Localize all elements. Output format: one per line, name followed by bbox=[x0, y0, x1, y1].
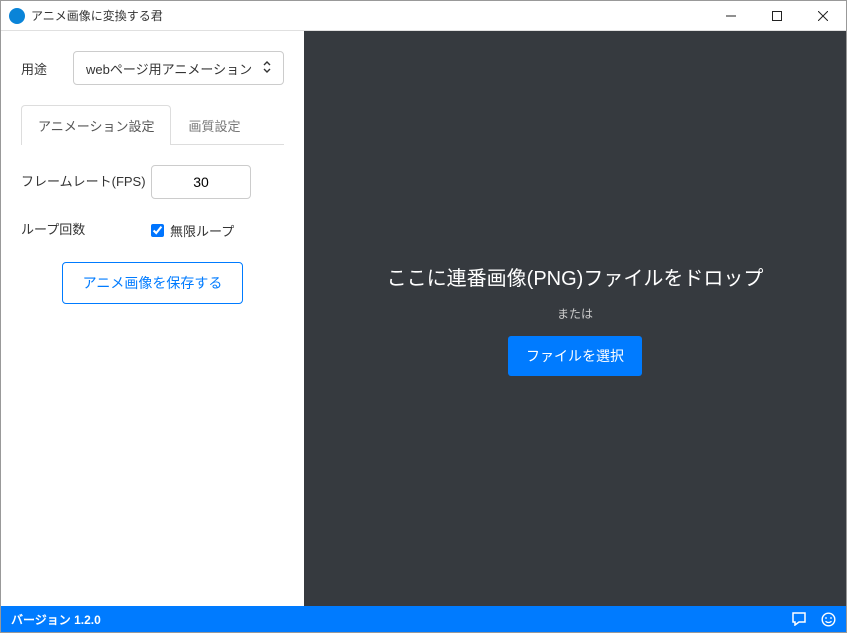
purpose-row: 用途 webページ用アニメーション bbox=[21, 51, 284, 85]
settings-panel: 用途 webページ用アニメーション アニメーション設定 画質設定 フレームレート… bbox=[1, 31, 304, 606]
tab-quality-settings[interactable]: 画質設定 bbox=[171, 105, 257, 145]
smiley-icon[interactable] bbox=[821, 612, 836, 627]
framerate-input[interactable] bbox=[151, 165, 251, 199]
close-button[interactable] bbox=[800, 1, 846, 31]
infinite-loop-checkbox[interactable] bbox=[151, 224, 164, 237]
purpose-label: 用途 bbox=[21, 59, 73, 78]
drop-zone[interactable]: ここに連番画像(PNG)ファイルをドロップ または ファイルを選択 bbox=[304, 31, 846, 606]
framerate-label: フレームレート(FPS) bbox=[21, 173, 151, 191]
drop-message: ここに連番画像(PNG)ファイルをドロップ bbox=[387, 262, 764, 291]
loop-label: ループ回数 bbox=[21, 221, 151, 239]
or-label: または bbox=[557, 305, 593, 322]
version-label: バージョン 1.2.0 bbox=[11, 611, 777, 628]
close-icon bbox=[818, 11, 828, 21]
maximize-icon bbox=[772, 11, 782, 21]
tab-body: フレームレート(FPS) ループ回数 無限ループ アニメ画像を保存する bbox=[21, 145, 284, 304]
chevron-updown-icon bbox=[263, 61, 271, 75]
status-bar: バージョン 1.2.0 bbox=[1, 606, 846, 632]
purpose-select[interactable]: webページ用アニメーション bbox=[73, 51, 284, 85]
minimize-icon bbox=[726, 11, 736, 21]
loop-row: ループ回数 無限ループ bbox=[21, 221, 284, 240]
purpose-select-value: webページ用アニメーション bbox=[86, 59, 252, 78]
main-area: 用途 webページ用アニメーション アニメーション設定 画質設定 フレームレート… bbox=[1, 31, 846, 606]
feedback-icon[interactable] bbox=[791, 612, 807, 626]
infinite-loop-label: 無限ループ bbox=[170, 221, 234, 240]
app-icon bbox=[9, 8, 25, 24]
select-file-button[interactable]: ファイルを選択 bbox=[508, 336, 642, 376]
framerate-row: フレームレート(FPS) bbox=[21, 165, 284, 199]
maximize-button[interactable] bbox=[754, 1, 800, 31]
window-title: アニメ画像に変換する君 bbox=[31, 7, 708, 24]
window-controls bbox=[708, 1, 846, 31]
save-button[interactable]: アニメ画像を保存する bbox=[62, 262, 244, 304]
infinite-loop-checkbox-wrap[interactable]: 無限ループ bbox=[151, 221, 234, 240]
titlebar: アニメ画像に変換する君 bbox=[1, 1, 846, 31]
tab-animation-settings[interactable]: アニメーション設定 bbox=[21, 105, 171, 145]
minimize-button[interactable] bbox=[708, 1, 754, 31]
settings-tabs: アニメーション設定 画質設定 bbox=[21, 105, 284, 145]
